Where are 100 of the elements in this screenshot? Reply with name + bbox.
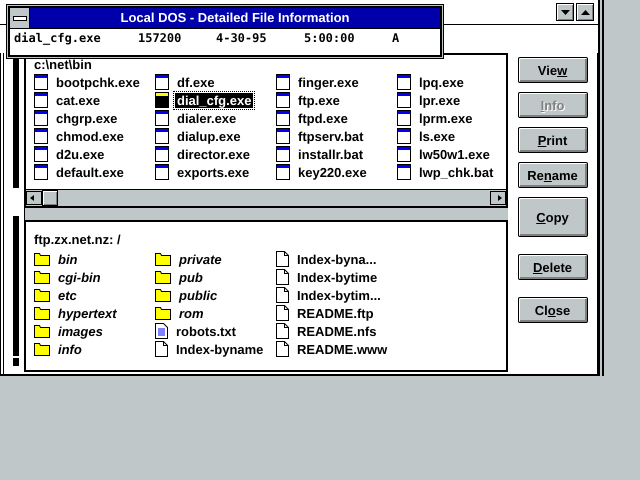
file-name: README.nfs	[296, 324, 378, 338]
action-button[interactable]: View	[518, 57, 588, 83]
file-item[interactable]: README.nfs	[276, 322, 397, 340]
file-detail: 157200	[138, 31, 182, 45]
scroll-right-icon[interactable]	[490, 191, 506, 205]
file-item[interactable]: info	[34, 340, 155, 358]
action-button[interactable]: Rename	[518, 162, 588, 188]
horizontal-scrollbar[interactable]	[26, 189, 506, 206]
file-item[interactable]: lpr.exe	[397, 91, 518, 109]
file-item[interactable]: ftpserv.bat	[276, 127, 397, 145]
file-item[interactable]: ftpd.exe	[276, 109, 397, 127]
file-item[interactable]: default.exe	[34, 163, 155, 181]
file-item[interactable]: robots.txt	[155, 322, 276, 340]
file-name: chgrp.exe	[55, 110, 118, 126]
file-name: ls.exe	[418, 128, 456, 144]
file-item[interactable]: etc	[34, 286, 155, 304]
file-name: rom	[178, 306, 205, 320]
action-button[interactable]: Print	[518, 127, 588, 153]
file-item[interactable]: director.exe	[155, 145, 276, 163]
file-item[interactable]: dialup.exe	[155, 127, 276, 145]
document-icon	[276, 341, 289, 357]
file-item[interactable]: installr.bat	[276, 145, 397, 163]
file-name: cgi-bin	[57, 270, 102, 284]
file-item[interactable]: lprm.exe	[397, 109, 518, 127]
folder-icon	[34, 252, 50, 266]
file-item[interactable]: lpq.exe	[397, 73, 518, 91]
path-label: ftp.zx.net.nz: /	[33, 231, 122, 248]
file-item[interactable]: README.ftp	[276, 304, 397, 322]
folder-icon	[155, 288, 171, 302]
file-item[interactable]: lwp_chk.bat	[397, 163, 518, 181]
file-detail: A	[392, 31, 400, 45]
file-item[interactable]: dialer.exe	[155, 109, 276, 127]
file-name: dialup.exe	[176, 128, 242, 144]
file-item[interactable]: Index-bytime	[276, 268, 397, 286]
file-item[interactable]: pub	[155, 268, 276, 286]
action-button[interactable]: Close	[518, 297, 588, 323]
folder-icon	[155, 306, 171, 320]
file-name: lpr.exe	[418, 92, 462, 108]
file-name: lprm.exe	[418, 110, 474, 126]
document-icon	[276, 305, 289, 321]
file-item[interactable]: chgrp.exe	[34, 109, 155, 127]
file-item[interactable]: Index-byna...	[276, 250, 397, 268]
file-detail: dial_cfg.exe	[14, 31, 102, 45]
file-item[interactable]: bootpchk.exe	[34, 73, 155, 91]
file-item[interactable]: exports.exe	[155, 163, 276, 181]
up-arrow-icon	[580, 10, 590, 14]
file-item[interactable]: bin	[34, 250, 155, 268]
file-item[interactable]: images	[34, 322, 155, 340]
scroll-down-button[interactable]	[556, 3, 574, 21]
file-name: ftpd.exe	[297, 110, 349, 126]
file-name: ftpserv.bat	[297, 128, 364, 144]
file-name: Index-byname	[175, 342, 264, 356]
path-label: c:\net\bin	[33, 56, 93, 73]
file-name: public	[178, 288, 218, 302]
file-name: Index-bytime	[296, 270, 378, 284]
file-detail: 4-30-95	[216, 31, 268, 45]
file-name: finger.exe	[297, 74, 360, 90]
scroll-thumb[interactable]	[42, 190, 58, 206]
file-item[interactable]: ftp.exe	[276, 91, 397, 109]
document-icon	[276, 323, 289, 339]
file-item[interactable]: public	[155, 286, 276, 304]
file-name: robots.txt	[175, 324, 237, 338]
file-name: bin	[57, 252, 78, 266]
action-button[interactable]: Copy	[518, 197, 588, 237]
file-item[interactable]: d2u.exe	[34, 145, 155, 163]
document-icon	[276, 269, 289, 285]
file-item[interactable]: key220.exe	[276, 163, 397, 181]
file-name: default.exe	[55, 164, 125, 180]
file-item[interactable]: cgi-bin	[34, 268, 155, 286]
file-item[interactable]: dial_cfg.exe	[155, 91, 276, 109]
file-item[interactable]: df.exe	[155, 73, 276, 91]
file-item[interactable]: hypertext	[34, 304, 155, 322]
file-item[interactable]: README.www	[276, 340, 397, 358]
file-item[interactable]: lw50w1.exe	[397, 145, 518, 163]
file-name: README.ftp	[296, 306, 375, 320]
file-name: dialer.exe	[176, 110, 238, 126]
scroll-up-button[interactable]	[576, 3, 594, 21]
system-menu-button[interactable]	[10, 8, 30, 28]
folder-icon	[34, 306, 50, 320]
file-item[interactable]: Index-bytim...	[276, 286, 397, 304]
file-name: lwp_chk.bat	[418, 164, 494, 180]
file-name: Index-bytim...	[296, 288, 382, 302]
scroll-left-icon[interactable]	[26, 191, 42, 205]
file-detail: 5:00:00	[304, 31, 356, 45]
file-item[interactable]: ls.exe	[397, 127, 518, 145]
file-item[interactable]: finger.exe	[276, 73, 397, 91]
file-item[interactable]: chmod.exe	[34, 127, 155, 145]
file-item[interactable]: private	[155, 250, 276, 268]
file-name: chmod.exe	[55, 128, 125, 144]
file-item[interactable]: rom	[155, 304, 276, 322]
file-item[interactable]: Index-byname	[155, 340, 276, 358]
file-name: bootpchk.exe	[55, 74, 141, 90]
file-name: dial_cfg.exe	[175, 92, 254, 108]
file-name: lpq.exe	[418, 74, 465, 90]
file-item[interactable]: cat.exe	[34, 91, 155, 109]
file-name: exports.exe	[176, 164, 250, 180]
file-name: info	[57, 342, 83, 356]
folder-icon	[155, 252, 171, 266]
action-button[interactable]: Delete	[518, 254, 588, 280]
folder-icon	[34, 288, 50, 302]
